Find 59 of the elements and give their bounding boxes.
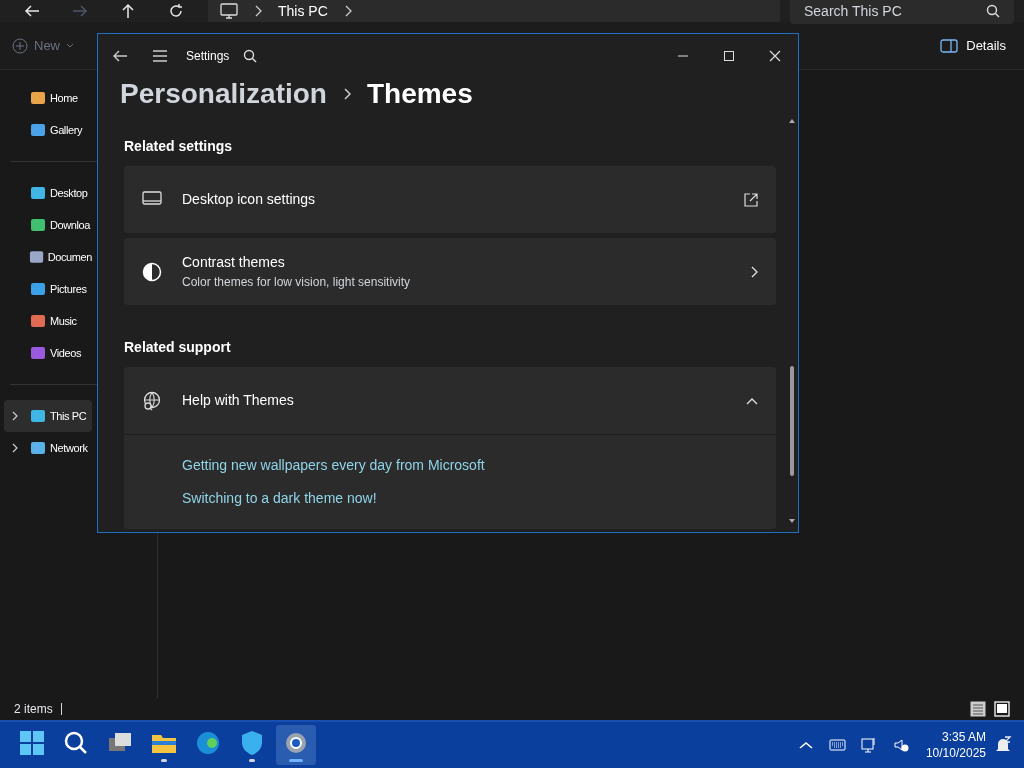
sidebar-item[interactable]: Network bbox=[4, 432, 92, 464]
sidebar-item[interactable]: Videos bbox=[4, 337, 92, 369]
menu-icon[interactable] bbox=[152, 49, 168, 63]
globe-icon bbox=[142, 390, 162, 411]
plus-circle-icon bbox=[12, 37, 28, 54]
sidebar-item[interactable]: Gallery bbox=[4, 114, 92, 146]
sidebar-item[interactable]: Downloa bbox=[4, 209, 92, 241]
muted-speaker-icon bbox=[893, 736, 911, 754]
status-text: 2 items bbox=[14, 701, 53, 718]
taskbar-app[interactable] bbox=[276, 725, 316, 765]
back-icon bbox=[24, 3, 40, 19]
settings-card[interactable]: Help with Themes Getting new wallpapers every day from Microsoft Switching to a dark theme now! bbox=[124, 367, 776, 529]
sidebar-item[interactable]: Desktop bbox=[4, 177, 92, 209]
chevron-icon bbox=[342, 88, 351, 100]
window-title: Settings bbox=[186, 48, 230, 65]
sidebar-item[interactable]: Music bbox=[4, 305, 92, 337]
contrast-icon bbox=[142, 261, 162, 282]
chevron-up-icon bbox=[798, 741, 813, 749]
keyboard-icon bbox=[829, 736, 847, 754]
sidebar-item[interactable]: Documen bbox=[4, 241, 92, 273]
card-title: Contrast themes bbox=[182, 253, 286, 272]
sidebar-item[interactable]: Pictures bbox=[4, 273, 92, 305]
clock[interactable]: 3:35 AM 10/10/2025 bbox=[925, 729, 986, 761]
windows-logo-icon bbox=[17, 728, 47, 758]
details-button[interactable]: Details bbox=[940, 35, 1006, 56]
details-pane-icon bbox=[940, 38, 959, 53]
caret-icon bbox=[66, 42, 74, 49]
card-title: Help with Themes bbox=[182, 391, 295, 410]
sidebar-item[interactable]: This PC bbox=[4, 400, 92, 432]
refresh-icon bbox=[168, 3, 184, 19]
page-title: Themes bbox=[366, 77, 473, 111]
card-subtitle: Color themes for low vision, light sensitivity bbox=[182, 274, 412, 291]
list-view-icon[interactable] bbox=[970, 701, 986, 717]
section-heading: Related settings bbox=[124, 137, 234, 156]
address-bar[interactable]: This PC bbox=[208, 0, 780, 24]
notification-bell-icon[interactable] bbox=[994, 736, 1012, 754]
search-icon bbox=[986, 4, 1000, 18]
forward-icon bbox=[72, 3, 88, 19]
card-title: Desktop icon settings bbox=[182, 190, 317, 209]
chevron-icon bbox=[254, 5, 262, 17]
up-arrow-icon bbox=[120, 3, 136, 19]
search-field[interactable]: Search This PC bbox=[790, 0, 1014, 24]
search-icon[interactable] bbox=[243, 49, 258, 63]
settings-card[interactable]: Contrast themes Color themes for low vision, light sensitivity bbox=[124, 238, 776, 305]
chevron-up-icon[interactable] bbox=[746, 396, 758, 405]
maximize-icon bbox=[723, 50, 735, 62]
external-link-icon bbox=[744, 192, 758, 207]
tiles-view-icon[interactable] bbox=[994, 701, 1010, 717]
back-icon[interactable] bbox=[112, 48, 128, 64]
settings-card[interactable]: Desktop icon settings bbox=[124, 166, 776, 233]
help-link[interactable]: Switching to a dark theme now! bbox=[182, 488, 377, 509]
chevron-icon bbox=[343, 5, 352, 17]
sidebar-item[interactable]: Home bbox=[4, 82, 92, 114]
help-link[interactable]: Getting new wallpapers every day from Microsoft bbox=[182, 455, 485, 476]
chevron-icon bbox=[750, 265, 758, 278]
breadcrumb-parent[interactable]: Personalization bbox=[120, 73, 327, 115]
close-icon bbox=[769, 50, 781, 62]
section-heading: Related support bbox=[124, 338, 232, 357]
breadcrumb-item[interactable]: This PC bbox=[278, 0, 328, 22]
